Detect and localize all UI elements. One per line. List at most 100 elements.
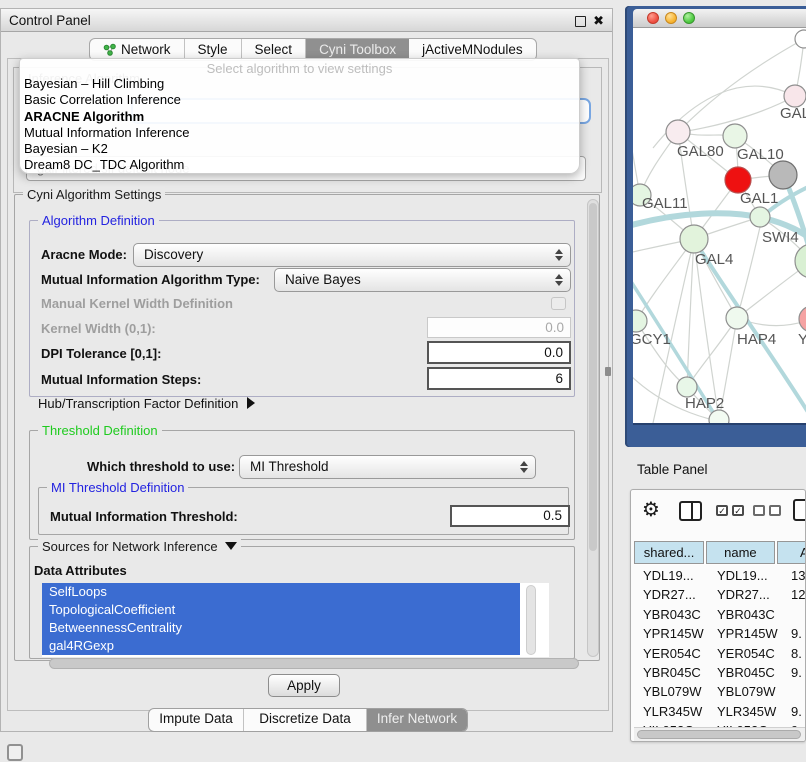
- kernel-width-field[interactable]: 0.0: [427, 317, 571, 338]
- settings-vertical-scrollbar-thumb[interactable]: [589, 203, 597, 551]
- tab-jactivemnodules[interactable]: jActiveMNodules: [409, 39, 536, 60]
- column-header-name[interactable]: name: [706, 541, 774, 564]
- collapse-down-icon[interactable]: [225, 542, 237, 550]
- table-cell: YDR27...: [634, 585, 712, 604]
- zoom-light-icon[interactable]: [683, 12, 695, 24]
- checked-box-icon: ✓: [716, 505, 728, 516]
- close-light-icon[interactable]: [647, 12, 659, 24]
- network-node-gal4[interactable]: [680, 225, 708, 253]
- network-node[interactable]: [769, 161, 797, 189]
- network-node-gcy1[interactable]: [633, 310, 647, 332]
- algorithm-option-mutual-information-inference[interactable]: Mutual Information Inference: [20, 125, 579, 141]
- network-canvas[interactable]: GALGAL80GAL10GAL1SWI4GAL11GAL4GCY1HAP4YH…: [633, 28, 806, 423]
- table-row[interactable]: YBR043CYBR043C: [634, 605, 806, 624]
- attribute-item-selfloops[interactable]: SelfLoops: [42, 583, 520, 601]
- minimized-panel-icon[interactable]: [7, 744, 23, 761]
- network-node-swi4[interactable]: [750, 207, 770, 227]
- tab-network[interactable]: Network: [90, 39, 185, 60]
- settings-vertical-scrollbar[interactable]: [587, 199, 599, 657]
- which-threshold-combobox[interactable]: MI Threshold: [239, 455, 536, 479]
- tab-style[interactable]: Style: [185, 39, 242, 60]
- table-cell: YLR345W: [634, 702, 712, 721]
- algorithm-option-dream8-dc-tdc-algorithm[interactable]: Dream8 DC_TDC Algorithm: [20, 157, 579, 173]
- network-node-hap2[interactable]: [677, 377, 697, 397]
- stepper-arrows-icon: [555, 274, 563, 286]
- sources-group: Sources for Network Inference Data Attri…: [29, 546, 575, 659]
- attribute-item-betweennesscentrality[interactable]: BetweennessCentrality: [42, 619, 520, 637]
- network-edge: [737, 261, 806, 318]
- table-row[interactable]: YLR345WYLR345W9.: [634, 702, 806, 721]
- tab-select[interactable]: Select: [242, 39, 307, 60]
- table-cell: YBR043C: [712, 605, 788, 624]
- deselect-all-checkboxes-icon[interactable]: [753, 505, 781, 516]
- hub-transcription-factor-section[interactable]: Hub/Transcription Factor Definition: [38, 394, 255, 414]
- table-cell: YLR345W: [712, 702, 788, 721]
- tab-label: Cyni Toolbox: [319, 42, 396, 57]
- new-column-icon[interactable]: [793, 499, 806, 521]
- network-node-gal10[interactable]: [723, 124, 747, 148]
- tab-cyni-toolbox[interactable]: Cyni Toolbox: [306, 39, 409, 60]
- table-row[interactable]: YBR045CYBR045C9.: [634, 663, 806, 682]
- attributes-scrollbar[interactable]: [526, 585, 536, 655]
- tab-label: Style: [198, 42, 228, 57]
- table-row[interactable]: YDR27...YDR27...12: [634, 585, 806, 604]
- algorithm-dropdown-items: Bayesian – Hill ClimbingBasic Correlatio…: [20, 76, 579, 174]
- network-node-hap4[interactable]: [726, 307, 748, 329]
- table-row[interactable]: YPR145WYPR145W9.: [634, 624, 806, 643]
- select-all-checkboxes-icon[interactable]: ✓ ✓: [716, 505, 744, 516]
- table-horizontal-scrollbar[interactable]: [634, 727, 806, 741]
- mi-steps-field[interactable]: 6: [427, 367, 571, 390]
- mi-threshold-field[interactable]: 0.5: [450, 505, 570, 527]
- table-row[interactable]: YBL079WYBL079W: [634, 682, 806, 701]
- node-label-gal10: GAL10: [737, 146, 784, 163]
- table-panel-title: Table Panel: [637, 462, 708, 477]
- table-row[interactable]: YDL19...YDL19...13: [634, 566, 806, 585]
- network-node-y[interactable]: [799, 306, 806, 332]
- column-header-a[interactable]: A: [777, 541, 806, 564]
- table-cell: YDL19...: [712, 566, 788, 585]
- algorithm-option-basic-correlation-inference[interactable]: Basic Correlation Inference: [20, 92, 579, 108]
- bottom-tab-impute-data[interactable]: Impute Data: [149, 709, 244, 731]
- algorithm-dropdown-placeholder: Select algorithm to view settings: [20, 61, 579, 76]
- dpi-tolerance-label: DPI Tolerance [0,1]:: [41, 342, 161, 365]
- bottom-tab-discretize-data[interactable]: Discretize Data: [244, 709, 367, 731]
- aracne-mode-combobox[interactable]: Discovery: [133, 243, 571, 267]
- expand-right-icon[interactable]: [247, 397, 255, 409]
- algorithm-option-aracne-algorithm[interactable]: ARACNE Algorithm: [20, 109, 579, 125]
- split-pane-divider[interactable]: [605, 367, 611, 376]
- data-attributes-list[interactable]: SelfLoopsTopologicalCoefficientBetweenne…: [42, 583, 549, 657]
- algorithm-definition-group: Algorithm Definition Aracne Mode: Discov…: [29, 220, 575, 397]
- columns-icon[interactable]: [679, 501, 702, 521]
- algorithm-option-bayesian-hill-climbing[interactable]: Bayesian – Hill Climbing: [20, 76, 579, 92]
- table-row[interactable]: YER054CYER054C8.: [634, 644, 806, 663]
- node-label-swi4: SWI4: [762, 229, 799, 246]
- dpi-tolerance-field[interactable]: 0.0: [427, 341, 571, 364]
- apply-button[interactable]: Apply: [268, 674, 340, 697]
- mi-threshold-definition-group: MI Threshold Definition Mutual Informati…: [38, 487, 569, 535]
- sources-legend[interactable]: Sources for Network Inference: [38, 539, 241, 554]
- mi-steps-label: Mutual Information Steps:: [41, 368, 201, 391]
- node-label-gcy1: GCY1: [633, 331, 671, 348]
- table-cell: YBL079W: [712, 682, 788, 701]
- settings-horizontal-scrollbar[interactable]: [49, 658, 579, 669]
- bottom-tab-infer-network[interactable]: Infer Network: [367, 709, 467, 731]
- table-cell: 9.: [788, 663, 806, 682]
- gear-icon[interactable]: ⚙: [642, 498, 660, 522]
- network-node[interactable]: [795, 30, 806, 48]
- attribute-item-gal4rgexp[interactable]: gal4RGexp: [42, 637, 520, 655]
- attribute-item-topologicalcoefficient[interactable]: TopologicalCoefficient: [42, 601, 520, 619]
- minimize-light-icon[interactable]: [665, 12, 677, 24]
- tab-label: Select: [255, 42, 293, 57]
- float-window-icon[interactable]: [575, 16, 586, 27]
- algorithm-option-bayesian-k2[interactable]: Bayesian – K2: [20, 141, 579, 157]
- column-header-shared[interactable]: shared...: [634, 541, 704, 564]
- mi-threshold-label: Mutual Information Threshold:: [50, 506, 238, 528]
- threshold-definition-legend: Threshold Definition: [38, 423, 162, 438]
- manual-kernel-width-checkbox[interactable]: [551, 297, 566, 310]
- table-cell: YBR045C: [712, 663, 788, 682]
- network-node-gal[interactable]: [784, 85, 806, 107]
- mi-algorithm-type-combobox[interactable]: Naive Bayes: [274, 268, 571, 292]
- network-node-gal80[interactable]: [666, 120, 690, 144]
- close-icon[interactable]: ✖: [593, 12, 604, 29]
- node-label-gal4: GAL4: [695, 251, 733, 268]
